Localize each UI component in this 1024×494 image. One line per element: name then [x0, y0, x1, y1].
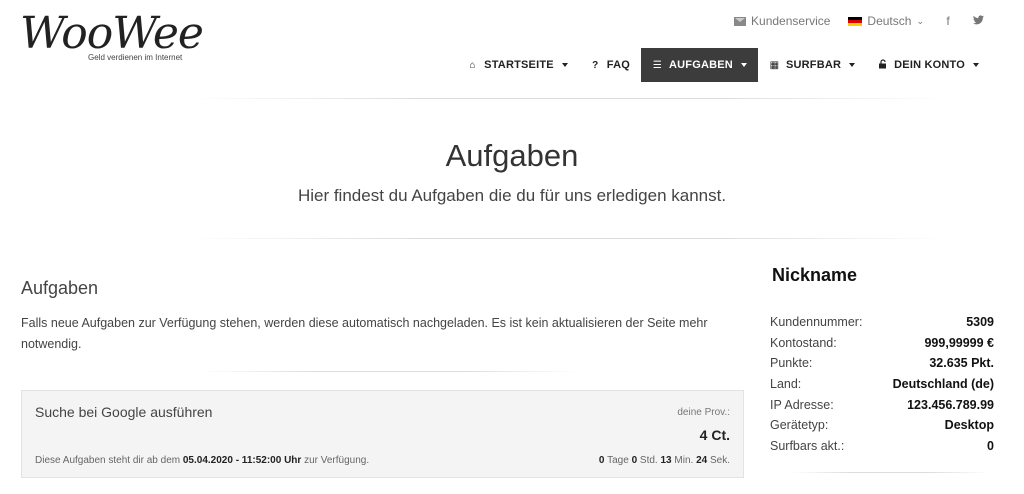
caret-down-icon	[740, 63, 747, 67]
task-card[interactable]: Suche bei Google ausführen deine Prov.: …	[21, 390, 744, 478]
stat-row: Gerätetyp: Desktop	[770, 415, 994, 436]
main-nav: ⌂ STARTSEITE ? FAQ ☰ AUFGABEN ▦ SURFBAR …	[456, 48, 990, 82]
stat-label: IP Adresse:	[770, 397, 834, 412]
stat-row: Land: Deutschland (de)	[770, 374, 994, 395]
logo-text: WooWee	[20, 8, 204, 59]
task-title[interactable]: Suche bei Google ausführen	[35, 404, 212, 420]
stat-label: Kontostand:	[770, 335, 837, 350]
nav-item-label: DEIN KONTO	[894, 59, 965, 71]
top-bar: Kundenservice Deutsch ⌄ f	[734, 14, 984, 28]
account-stats: Kundennummer: 5309 Kontostand: 999,99999…	[770, 312, 994, 456]
stat-value: 999,99999 €	[924, 335, 994, 350]
question-icon: ?	[592, 59, 599, 71]
chevron-down-icon: ⌄	[916, 15, 924, 26]
customer-service-label: Kundenservice	[751, 14, 831, 28]
section-title: Aufgaben	[21, 278, 99, 298]
stat-row: Kundennummer: 5309	[770, 312, 994, 333]
stat-value: 0	[987, 438, 994, 453]
page-title: Aufgaben	[445, 138, 579, 173]
stat-label: Gerätetyp:	[770, 418, 829, 433]
availability-text: Diese Aufgaben steht dir ab dem 05.04.20…	[35, 455, 370, 466]
stat-value: Deutschland (de)	[892, 377, 994, 392]
caret-down-icon	[561, 63, 568, 67]
availability-date: 05.04.2020 - 11:52:00 Uhr	[182, 455, 302, 466]
stat-label: Land:	[770, 377, 802, 392]
tasks-icon: ☰	[652, 59, 663, 71]
stat-value: Desktop	[944, 418, 994, 433]
stat-value: 32.635 Pkt.	[929, 356, 994, 371]
caret-down-icon	[849, 63, 856, 67]
stat-label: Kundennummer:	[770, 315, 863, 330]
nav-item-surfbar[interactable]: ▦ SURFBAR	[758, 48, 866, 82]
twitter-icon[interactable]	[972, 14, 984, 28]
nav-item-startseite[interactable]: ⌂ STARTSEITE	[456, 48, 579, 82]
unlock-icon	[877, 58, 888, 72]
nav-item-label: SURFBAR	[785, 59, 842, 71]
stat-row: Surfbars akt.: 0	[770, 436, 994, 457]
stat-value: 123.456.789.99	[907, 397, 994, 412]
grid-icon: ▦	[769, 59, 780, 71]
stat-label: Surfbars akt.:	[770, 438, 845, 453]
stat-label: Punkte:	[770, 356, 813, 371]
caret-down-icon	[973, 63, 979, 67]
nav-item-label: STARTSEITE	[484, 59, 554, 71]
nav-item-aufgaben[interactable]: ☰ AUFGABEN	[641, 48, 758, 82]
commission-label: deine Prov.:	[677, 407, 730, 418]
stat-row: Kontostand: 999,99999 €	[770, 333, 994, 354]
facebook-icon[interactable]: f	[942, 14, 954, 28]
divider	[200, 371, 580, 372]
german-flag-icon	[848, 16, 863, 26]
section-description: Falls neue Aufgaben zur Verfügung stehen…	[21, 316, 708, 351]
page-subtitle: Hier findest du Aufgaben die du für uns …	[297, 186, 727, 205]
nickname: Nickname	[772, 265, 858, 285]
divider	[190, 98, 950, 99]
stat-row: IP Adresse: 123.456.789.99	[770, 394, 994, 415]
commission-value: 4 Ct.	[699, 427, 730, 443]
home-icon: ⌂	[469, 59, 476, 71]
customer-service-link[interactable]: Kundenservice	[734, 14, 830, 28]
site-logo[interactable]: WooWee Geld verdienen im Internet	[20, 8, 204, 67]
language-label: Deutsch	[867, 14, 912, 28]
envelope-icon	[734, 16, 747, 26]
logo-tagline: Geld verdienen im Internet	[88, 53, 183, 62]
nav-item-faq[interactable]: ? FAQ	[579, 48, 641, 82]
divider	[190, 238, 950, 239]
stat-value: 5309	[966, 315, 994, 330]
countdown-timer: 0 Tage 0 Std. 13 Min. 24 Sek.	[598, 455, 730, 466]
language-selector[interactable]: Deutsch ⌄	[848, 14, 924, 28]
nav-item-dein-konto[interactable]: DEIN KONTO	[866, 48, 990, 82]
nav-item-label: FAQ	[606, 59, 631, 71]
stat-row: Punkte: 32.635 Pkt.	[770, 353, 994, 374]
divider	[790, 472, 990, 473]
nav-item-label: AUFGABEN	[669, 59, 733, 71]
